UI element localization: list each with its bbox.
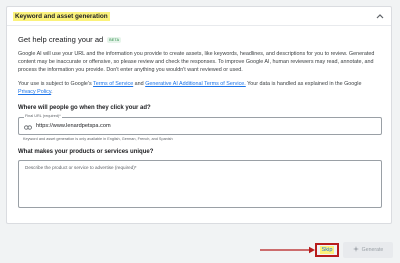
generate-button[interactable]: Generate: [343, 242, 393, 258]
product-description-placeholder: Describe the product or service to adver…: [25, 164, 137, 170]
final-url-label: Final URL (required)*: [24, 113, 62, 118]
product-question: What makes your products or services uni…: [18, 148, 154, 155]
terms-text: Your use is subject to Google's Terms of…: [18, 81, 380, 97]
terms-prefix: Your use is subject to Google's: [18, 81, 94, 88]
terms-middle: Your data is handled as explained in the…: [245, 81, 362, 88]
action-bar: Skip Generate: [0, 240, 400, 260]
keyword-asset-panel: Keyword and asset generation Get help cr…: [6, 6, 392, 224]
terms-and: and: [133, 81, 146, 88]
ai-terms-link[interactable]: Generative AI Additional Terms of Servic…: [145, 81, 246, 87]
beta-badge: beta: [107, 36, 122, 43]
generate-label: Generate: [361, 247, 384, 253]
panel-title: Keyword and asset generation: [13, 11, 110, 21]
product-description-field[interactable]: Describe the product or service to adver…: [18, 159, 382, 208]
ai-description: Google AI will use your URL and the info…: [18, 51, 375, 73]
final-url-value[interactable]: https://www.lenardpetspa.com: [36, 123, 111, 129]
skip-highlight-box: Skip: [315, 243, 339, 257]
url-helper-text: Keyword and asset generation is only ava…: [23, 136, 173, 141]
terms-of-service-link[interactable]: Terms of Service: [93, 81, 133, 87]
terms-suffix: .: [51, 89, 53, 96]
panel-header[interactable]: Keyword and asset generation: [7, 7, 391, 26]
help-title: Get help creating your ad: [18, 35, 104, 44]
arrow-right-icon: [260, 246, 315, 254]
skip-button[interactable]: Skip: [319, 246, 335, 254]
help-title-row: Get help creating your ad beta: [18, 35, 380, 44]
final-url-field[interactable]: Final URL (required)* https://www.lenard…: [18, 113, 382, 135]
panel-content: Get help creating your ad beta Google AI…: [7, 26, 391, 208]
url-inner: https://www.lenardpetspa.com: [19, 118, 381, 134]
privacy-policy-link[interactable]: Privacy Policy: [18, 89, 51, 95]
url-question: Where will people go when they click you…: [18, 104, 151, 111]
sparkle-icon: [352, 246, 359, 254]
chevron-up-icon[interactable]: [375, 11, 385, 21]
link-icon: [24, 117, 32, 135]
